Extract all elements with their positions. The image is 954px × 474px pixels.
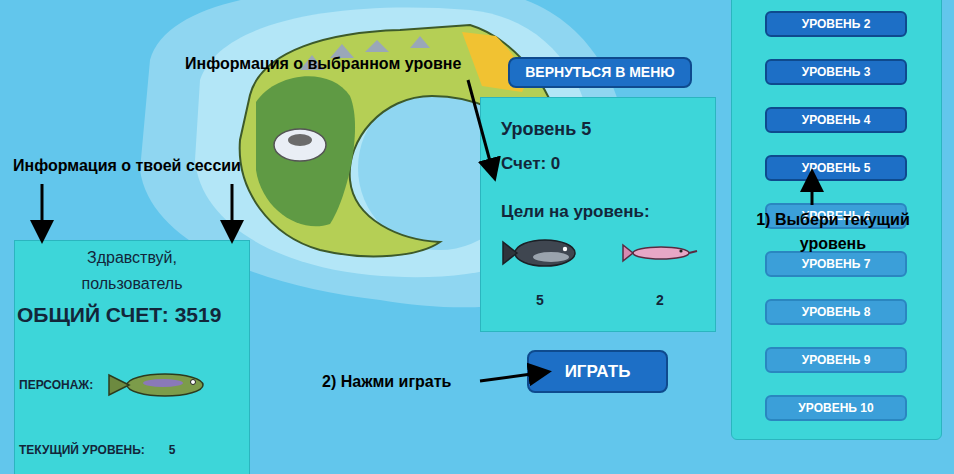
level-button[interactable]: УРОВЕНЬ 8 xyxy=(765,299,907,325)
level-info-annotation: Информация о выбранном уровне xyxy=(185,52,461,76)
goal-count: 5 xyxy=(536,290,544,311)
level-select-screen: Здравствуй, пользовательОБЩИЙ СЧЕТ: 3519… xyxy=(0,0,954,474)
level-button[interactable]: УРОВЕНЬ 5 xyxy=(765,155,907,181)
goal-item: 2 xyxy=(621,236,699,311)
goal-item: 5 xyxy=(501,236,579,311)
press-play-annotation: 2) Нажми играть xyxy=(322,370,451,394)
level-button[interactable]: УРОВЕНЬ 7 xyxy=(765,251,907,277)
session-panel: Здравствуй, пользовательОБЩИЙ СЧЕТ: 3519… xyxy=(14,240,250,474)
goal-fish-icon xyxy=(621,240,699,266)
level-button[interactable]: УРОВЕНЬ 4 xyxy=(765,107,907,133)
level-info-panel: Уровень 5Счет: 0Цели на уровень:52 xyxy=(480,97,716,332)
total-score: ОБЩИЙ СЧЕТ: 3519 xyxy=(15,297,249,329)
level-button[interactable]: УРОВЕНЬ 3 xyxy=(765,59,907,85)
level-button[interactable]: УРОВЕНЬ 10 xyxy=(765,395,907,421)
goal-count: 2 xyxy=(656,290,664,311)
character-label: ПЕРСОНАЖ: xyxy=(19,376,93,394)
level-title: Уровень 5 xyxy=(501,116,695,142)
choose-level-annotation: 1) Выбери текущий уровень xyxy=(733,208,933,256)
play-button[interactable]: ИГРАТЬ xyxy=(527,350,668,393)
menu-button[interactable]: ВЕРНУТЬСЯ В МЕНЮ xyxy=(508,57,692,88)
greeting: Здравствуй, пользователь xyxy=(62,245,202,297)
goal-fish-icon xyxy=(501,236,579,270)
goals-row: 52 xyxy=(501,236,695,311)
current-level-label: ТЕКУЩИЙ УРОВЕНЬ: xyxy=(19,441,145,459)
session-info-annotation: Информация о твоей сессии xyxy=(13,154,241,178)
level-button[interactable]: УРОВЕНЬ 2 xyxy=(765,11,907,37)
level-button[interactable]: УРОВЕНЬ 9 xyxy=(765,347,907,373)
current-level-value: 5 xyxy=(169,441,176,459)
goals-label: Цели на уровень: xyxy=(501,200,695,224)
level-score: Счет: 0 xyxy=(501,152,695,176)
current-level-row: ТЕКУЩИЙ УРОВЕНЬ: 5 xyxy=(15,401,249,459)
character-row: ПЕРСОНАЖ: xyxy=(15,329,249,401)
character-fish-icon xyxy=(105,369,211,401)
